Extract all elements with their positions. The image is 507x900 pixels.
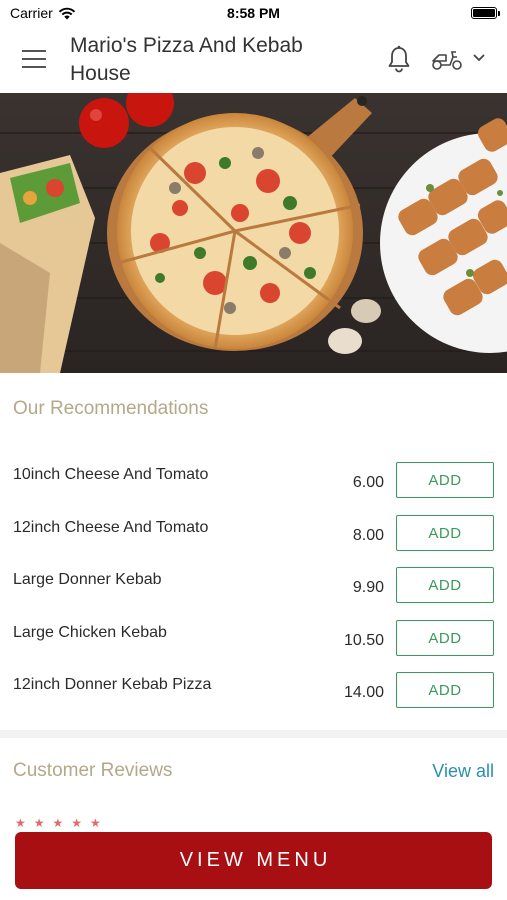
app-header: Mario's Pizza And Kebab House [0,26,507,93]
item-price: 14.00 [343,684,384,701]
view-menu-label: VIEW MENU [179,849,332,871]
item-price: 6.00 [352,474,384,491]
item-name: Large Donner Kebab [13,571,162,588]
view-menu-button[interactable]: VIEW MENU [15,832,492,889]
item-name: Large Chicken Kebab [13,624,167,641]
list-item: 12inch Donner Kebab Pizza 14.00 ADD [0,672,507,716]
item-name: 12inch Donner Kebab Pizza [13,676,212,693]
hero-food-image [0,93,507,373]
add-to-cart-button[interactable]: ADD [396,620,494,656]
item-price: 8.00 [352,527,384,544]
item-name: 10inch Cheese And Tomato [13,466,209,483]
add-to-cart-button[interactable]: ADD [396,567,494,603]
add-to-cart-button[interactable]: ADD [396,515,494,551]
battery-icon [471,7,500,19]
reviews-heading: Customer Reviews [13,760,173,781]
rating-stars-icon: ★★★★★ [15,816,109,830]
item-price: 9.90 [352,579,384,596]
list-item: Large Chicken Kebab 10.50 ADD [0,620,507,664]
add-to-cart-button[interactable]: ADD [396,462,494,498]
recommendations-heading: Our Recommendations [13,398,209,419]
section-divider [0,730,507,738]
item-name: 12inch Cheese And Tomato [13,519,209,536]
view-all-reviews-link[interactable]: View all [432,761,494,782]
list-item: 12inch Cheese And Tomato 8.00 ADD [0,515,507,559]
status-bar: Carrier 8:58 PM [0,0,507,26]
item-price: 10.50 [343,632,384,649]
list-item: Large Donner Kebab 9.90 ADD [0,567,507,611]
hamburger-menu-icon[interactable] [22,50,46,68]
bell-icon[interactable] [384,44,414,74]
restaurant-title: Mario's Pizza And Kebab House [70,34,303,85]
delivery-scooter-icon[interactable] [430,47,464,71]
list-item: 10inch Cheese And Tomato 6.00 ADD [0,462,507,506]
status-time: 8:58 PM [227,5,280,21]
chevron-down-icon[interactable] [472,53,486,63]
add-to-cart-button[interactable]: ADD [396,672,494,708]
